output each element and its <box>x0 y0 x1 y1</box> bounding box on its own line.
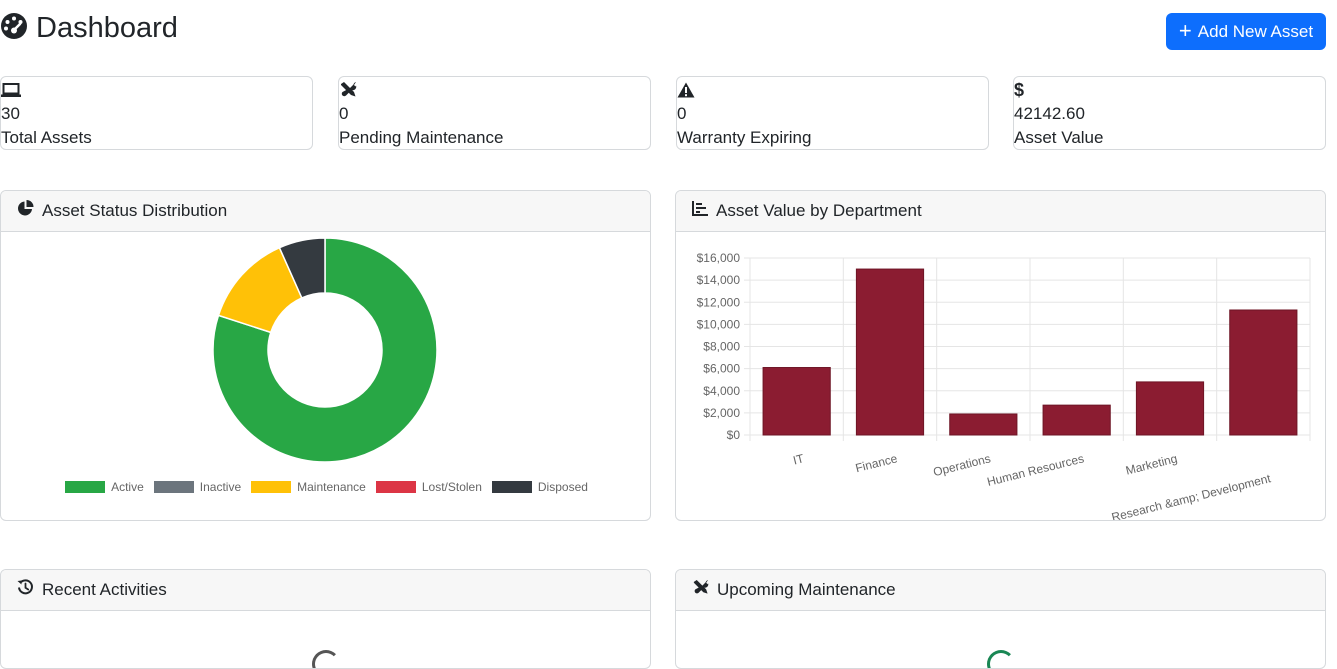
department-bar-chart: $0 $2,000 $4,000 $6,000 $8,000 $10,000 $12,000… <box>697 251 1311 520</box>
dashboard-gauge-icon <box>0 12 28 45</box>
y-tick-label: $4,000 <box>703 384 740 398</box>
stat-value: 0 <box>677 104 687 123</box>
panel-title: Upcoming Maintenance <box>717 580 896 599</box>
bar-research-amp-development <box>1229 309 1298 436</box>
stat-label: Warranty Expiring <box>677 128 812 147</box>
stat-card-warranty-expiring: 0 Warranty Expiring <box>676 76 989 150</box>
y-tick-label: $14,000 <box>697 273 741 287</box>
warning-icon <box>677 81 695 99</box>
stat-value: 42142.60 <box>1014 104 1085 123</box>
legend-label: Active <box>111 480 144 494</box>
stat-label: Asset Value <box>1014 128 1104 147</box>
bar-chart-icon <box>692 201 708 221</box>
status-doughnut-chart <box>212 237 438 463</box>
y-tick-label: $2,000 <box>703 406 740 420</box>
panel-header: Asset Status Distribution <box>1 191 650 232</box>
stat-label: Total Assets <box>1 128 92 147</box>
y-tick-label: $8,000 <box>703 340 740 354</box>
panel-title: Asset Status Distribution <box>42 201 228 220</box>
y-tick-label: $12,000 <box>697 295 741 309</box>
x-tick-label: Human Resources <box>986 451 1086 489</box>
x-tick-label: Marketing <box>1124 451 1179 477</box>
legend-item[interactable]: Lost/Stolen <box>375 480 482 494</box>
tools-icon <box>692 579 709 601</box>
bar-human-resources <box>1042 404 1111 436</box>
y-tick-label: $16,000 <box>697 251 741 265</box>
pie-chart-icon <box>17 200 34 222</box>
bar-it <box>762 367 831 436</box>
bar-finance <box>855 268 925 436</box>
stat-card-pending-maintenance: 0 Pending Maintenance <box>338 76 651 150</box>
legend-item[interactable]: Maintenance <box>251 480 366 494</box>
legend-label: Disposed <box>537 480 588 494</box>
y-tick-label: $10,000 <box>697 317 741 331</box>
y-tick-label: $0 <box>727 428 741 442</box>
legend-swatch <box>153 481 194 493</box>
department-value-panel: Asset Value by Department $0 $2,000 $4,000… <box>675 190 1326 521</box>
add-new-asset-label: Add New Asset <box>1197 21 1314 41</box>
stat-card-total-assets: 30 Total Assets <box>0 76 313 150</box>
plus-icon: + <box>1178 17 1192 43</box>
legend-item[interactable]: Inactive <box>153 480 242 494</box>
legend-label: Maintenance <box>297 480 366 494</box>
stat-value: 30 <box>1 104 20 123</box>
bar-marketing <box>1135 381 1205 436</box>
upcoming-maintenance-panel: Upcoming Maintenance <box>675 569 1326 669</box>
x-tick-label: Research &amp; Development <box>1110 471 1273 520</box>
y-tick-label: $6,000 <box>703 362 740 376</box>
panel-title: Recent Activities <box>42 580 167 599</box>
page-title: Dashboard <box>36 11 178 44</box>
history-icon <box>17 579 34 601</box>
status-chart-legend: Active Inactive Maintenance Lost/Stolen Disp… <box>1 479 650 495</box>
x-tick-label: Operations <box>932 451 992 479</box>
panel-header: Asset Value by Department <box>676 191 1325 232</box>
dollar-icon: $ <box>1014 79 1025 100</box>
add-new-asset-button[interactable]: + Add New Asset <box>1166 13 1326 50</box>
asset-status-panel: Asset Status Distribution Active Inactive… <box>0 190 651 521</box>
panel-header: Recent Activities <box>1 570 650 611</box>
legend-item[interactable]: Active <box>65 480 144 494</box>
legend-swatch <box>251 481 292 493</box>
legend-swatch <box>491 481 532 493</box>
legend-label: Inactive <box>199 480 242 494</box>
page-header: Dashboard <box>0 8 178 48</box>
panel-title: Asset Value by Department <box>716 201 922 220</box>
stat-label: Pending Maintenance <box>339 128 504 147</box>
legend-item[interactable]: Disposed <box>491 480 588 494</box>
legend-swatch <box>375 481 416 493</box>
legend-swatch <box>65 481 106 493</box>
stat-card-asset-value: $ 42142.60 Asset Value <box>1013 76 1326 150</box>
bar-operations <box>949 413 1018 436</box>
stat-value: 0 <box>339 104 349 123</box>
recent-activities-panel: Recent Activities <box>0 569 651 669</box>
panel-header: Upcoming Maintenance <box>676 570 1325 611</box>
x-tick-label: IT <box>792 451 806 467</box>
laptop-icon <box>1 81 21 99</box>
x-tick-label: Finance <box>854 451 899 475</box>
legend-label: Lost/Stolen <box>421 480 482 494</box>
tools-icon <box>339 81 357 99</box>
